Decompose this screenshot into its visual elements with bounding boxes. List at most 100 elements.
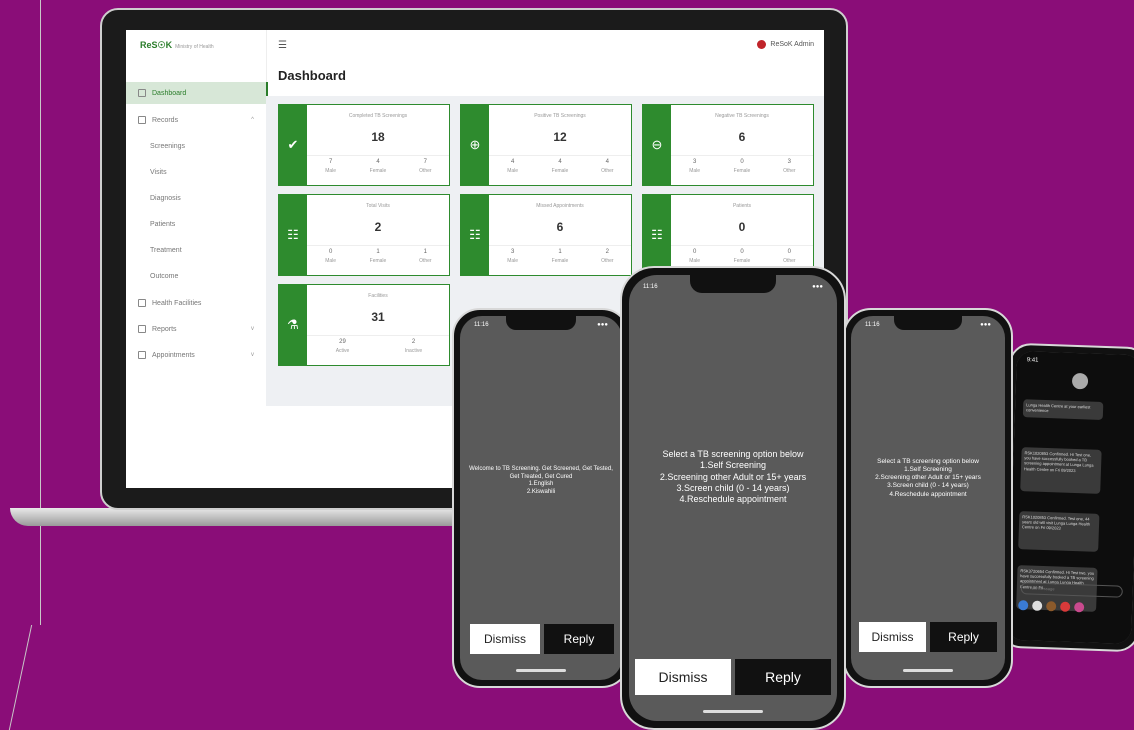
message-bubble: RSK1020853 Confirmed. Hi Test one, you h… — [1020, 447, 1102, 494]
decor-line — [8, 625, 33, 730]
sidebar-item-label: Diagnosis — [150, 194, 181, 202]
contact-avatar — [1071, 372, 1089, 390]
calendar-icon — [138, 351, 146, 359]
reply-button[interactable]: Reply — [930, 622, 997, 652]
card-breakdown: 0 Female — [733, 159, 751, 174]
page-title: Dashboard — [278, 68, 346, 83]
chevron-icon: v — [251, 352, 254, 358]
sidebar-item-dashboard[interactable]: Dashboard — [126, 82, 268, 104]
stat-card[interactable]: ⊕ Positive TB Screenings 12 4 Male 4 Female 4 Ot… — [460, 104, 632, 186]
ussd-message: Select a TB screening option below 1.Sel… — [875, 458, 981, 498]
sidebar-item-patients[interactable]: Patients — [126, 213, 266, 235]
dismiss-button[interactable]: Dismiss — [859, 622, 926, 652]
reply-button[interactable]: Reply — [544, 624, 614, 654]
card-value: 31 — [371, 310, 385, 324]
ussd-message: Welcome to TB Screening. Get Screened, G… — [469, 466, 613, 495]
card-breakdown: 3 Male — [689, 159, 701, 174]
admin-name: ReSoK Admin — [770, 41, 814, 48]
card-breakdown: 3 Other — [783, 159, 796, 174]
message-bubble: Lunga Health Centre at your earliest con… — [1022, 399, 1104, 420]
sidebar-item-label: Patients — [150, 220, 176, 228]
topbar: ☰ ReSoK Admin — [266, 30, 824, 62]
card-breakdown: 3 Male — [507, 249, 519, 264]
admin-menu[interactable]: ReSoK Admin — [757, 40, 814, 49]
card-breakdown: 7 Other — [419, 159, 432, 174]
sidebar-item-label: Outcome — [150, 272, 179, 280]
card-breakdown: 7 Male — [325, 159, 337, 174]
patient-record-icon: ☷ — [643, 195, 671, 275]
stat-card[interactable]: ⊖ Negative TB Screenings 6 3 Male 0 Female 3 Oth… — [642, 104, 814, 186]
card-breakdown: 1 Female — [551, 249, 569, 264]
decor-line — [40, 0, 41, 625]
card-value: 18 — [371, 130, 385, 144]
card-title: Patients — [732, 203, 752, 209]
sidebar-item-screenings[interactable]: Screenings — [126, 135, 266, 157]
sidebar-item-treatment[interactable]: Treatment — [126, 239, 266, 261]
sidebar-item-label: Appointments — [152, 351, 195, 359]
sidebar-item-health-facilities[interactable]: Health Facilities — [126, 292, 266, 314]
card-breakdown: 4 Female — [369, 159, 387, 174]
card-breakdown: 4 Female — [551, 159, 569, 174]
check-circle-icon: ✔ — [279, 105, 307, 185]
dismiss-button[interactable]: Dismiss — [470, 624, 540, 654]
card-breakdown: 4 Male — [507, 159, 519, 174]
reports-icon — [138, 325, 146, 333]
card-breakdown: 2 Other — [601, 249, 614, 264]
stat-card[interactable]: ☷ Missed Appointments 6 3 Male 1 Female 2 Other — [460, 194, 632, 276]
phone-messages: 9:41 Lunga Health Centre at your earlies… — [998, 342, 1134, 653]
ussd-message: Select a TB screening option below 1.Sel… — [659, 449, 807, 504]
card-title: Total Visits — [366, 203, 390, 209]
sidebar-item-label: Reports — [152, 325, 177, 333]
document-alert-icon: ☷ — [461, 195, 489, 275]
sidebar-item-visits[interactable]: Visits — [126, 161, 266, 183]
logo: ReS☉K Ministry of Health — [140, 40, 214, 50]
sidebar-item-appointments[interactable]: Appointments v — [126, 344, 266, 366]
app-icon-row — [1018, 600, 1122, 614]
stat-card[interactable]: ☷ Patients 0 0 Male 0 Female 0 Other — [642, 194, 814, 276]
menu-icon[interactable]: ☰ — [278, 40, 287, 51]
card-title: Facilities — [368, 293, 388, 299]
stat-card[interactable]: ⚗ Facilities 31 29 Active 2 Inactive — [278, 284, 450, 366]
message-bubble: RSK1020853 Confirmed. Test one, 44 years… — [1018, 511, 1100, 552]
card-title: Missed Appointments — [536, 203, 584, 209]
minus-circle-icon: ⊖ — [643, 105, 671, 185]
phone-left: 11:16 ●●● Welcome to TB Screening. Get S… — [452, 308, 630, 688]
dismiss-button[interactable]: Dismiss — [635, 659, 731, 695]
sidebar-item-label: Health Facilities — [152, 299, 202, 307]
card-value: 6 — [556, 220, 564, 234]
card-breakdown: 0 Male — [325, 249, 337, 264]
sidebar-item-reports[interactable]: Reports v — [126, 318, 266, 340]
plus-circle-icon: ⊕ — [461, 105, 489, 185]
avatar — [757, 40, 767, 49]
sidebar-item-outcome[interactable]: Outcome — [126, 265, 266, 287]
sidebar-item-records[interactable]: Records ^ — [126, 109, 266, 131]
chevron-icon: v — [251, 326, 254, 332]
card-breakdown: 2 Inactive — [404, 339, 423, 354]
sidebar-item-label: Visits — [150, 168, 167, 176]
stat-card[interactable]: ☷ Total Visits 2 0 Male 1 Female 1 Other — [278, 194, 450, 276]
phone-center: 11:16 ●●● Select a TB screening option b… — [620, 266, 846, 730]
sidebar-item-diagnosis[interactable]: Diagnosis — [126, 187, 266, 209]
card-title: Negative TB Screenings — [715, 113, 769, 119]
sidebar: ReS☉K Ministry of Health Dashboard Records… — [126, 30, 268, 406]
messages-app: 9:41 Lunga Health Centre at your earlies… — [1006, 350, 1134, 645]
records-icon — [138, 116, 146, 124]
document-icon: ☷ — [279, 195, 307, 275]
card-value: 2 — [374, 220, 382, 234]
sidebar-item-label: Screenings — [150, 142, 186, 150]
card-breakdown: 1 Other — [419, 249, 432, 264]
card-title: Completed TB Screenings — [348, 113, 408, 119]
card-breakdown: 4 Other — [601, 159, 614, 174]
card-breakdown: 29 Active — [335, 339, 350, 354]
card-value: 0 — [738, 220, 746, 234]
chevron-icon: ^ — [251, 117, 254, 123]
facility-icon — [138, 299, 146, 307]
stat-card[interactable]: ✔ Completed TB Screenings 18 7 Male 4 Female 7 O… — [278, 104, 450, 186]
reply-button[interactable]: Reply — [735, 659, 831, 695]
sidebar-item-label: Dashboard — [152, 89, 187, 97]
card-value: 6 — [738, 130, 746, 144]
home-icon — [138, 89, 146, 97]
card-breakdown: 1 Female — [369, 249, 387, 264]
sidebar-item-label: Treatment — [150, 246, 182, 254]
phone-right: 11:16 ●●● Select a TB screening option b… — [843, 308, 1013, 688]
